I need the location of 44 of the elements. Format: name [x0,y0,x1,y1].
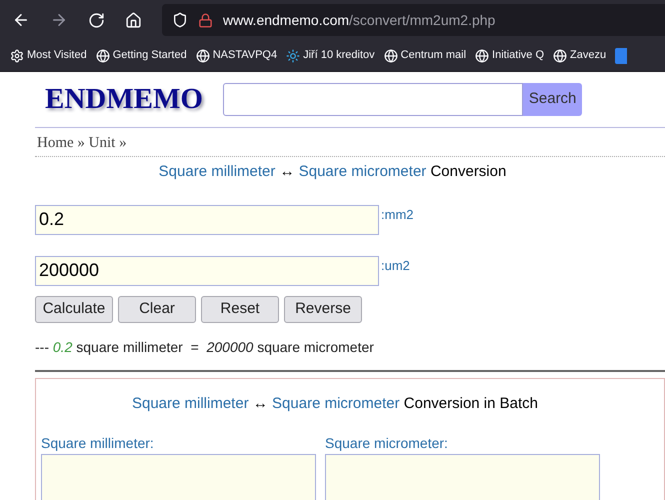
reload-icon[interactable] [88,12,105,28]
unit-link[interactable]: Square millimeter [158,163,276,180]
breadcrumb: Home » Unit » [36,135,127,151]
bookmark-item[interactable]: NASTAVPQ4 [196,47,278,64]
bookmark-item[interactable]: Jiří 10 kreditov [286,47,375,64]
site-logo[interactable]: ENDMEMO [45,78,203,122]
value-field[interactable]: 0.2 [35,204,379,234]
form-button[interactable]: Reset [201,296,279,322]
globe-icon [96,48,110,62]
home-icon[interactable] [125,12,142,28]
bookmark-item[interactable]: Getting Started [96,47,187,64]
globe-icon [196,48,210,62]
unit-label: :mm2 [381,206,414,224]
converter-title: Square millimeter ↔ Square micrometer Conversion [158,162,508,182]
globe-icon [475,48,490,62]
form-button[interactable]: Clear [118,296,196,322]
shield-icon [172,12,188,28]
bookmark-item[interactable]: Zavezu [553,47,606,64]
batch-title: Square millimeter ↔ Square micrometer Conversion in Batch [130,394,540,414]
column-label: Square micrometer: [325,434,449,453]
bookmark-item[interactable]: Most Visited [10,47,87,64]
value-field[interactable]: 200000 [35,256,379,286]
bookmark-icon[interactable] [615,48,628,64]
search-button[interactable]: Search [522,83,582,116]
globe-icon [384,48,398,62]
back-icon[interactable] [12,11,30,29]
bookmark-item[interactable]: Centrum mail [384,47,466,64]
unit-link[interactable]: Square millimeter [132,394,249,412]
url-text: www.endmemo.com/sconvert/mm2um2.php [223,10,496,30]
unit-label: :um2 [381,256,410,274]
result-text: --- 0.2 square millimeter = 200000 square micrometer [35,338,375,357]
form-button[interactable]: Reverse [284,296,362,322]
globe-icon [553,48,568,62]
bookmark-item[interactable]: Initiative Q [475,47,544,64]
search-field[interactable] [222,83,523,116]
form-button[interactable]: Calculate [35,296,113,322]
forward-icon[interactable] [50,11,68,29]
gear-icon [10,48,24,62]
address-bar[interactable]: www.endmemo.com/sconvert/mm2um2.php [162,4,665,36]
sun-icon [286,48,300,62]
column-label: Square millimeter: [41,434,155,453]
unit-link[interactable]: Square micrometer [298,163,426,180]
unit-link[interactable]: Square micrometer [272,394,400,412]
lock-icon [198,12,213,28]
